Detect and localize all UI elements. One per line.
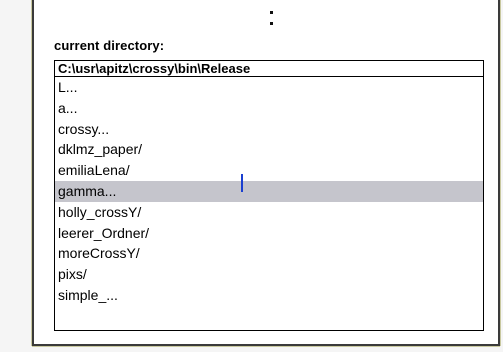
list-item[interactable]: crossy...: [55, 119, 483, 140]
list-item[interactable]: dklmz_paper/: [55, 139, 483, 160]
list-item[interactable]: holly_crossY/: [55, 202, 483, 223]
list-item[interactable]: L...: [55, 77, 483, 98]
directory-listbox[interactable]: L... a... crossy... dklmz_paper/ emiliaL…: [54, 77, 484, 331]
list-item[interactable]: emiliaLena/: [55, 160, 483, 181]
list-item-selected[interactable]: gamma...: [55, 180, 483, 202]
current-directory-label: current directory:: [54, 38, 165, 53]
text-cursor-caret: [241, 174, 243, 192]
current-directory-path-field[interactable]: C:\usr\apitz\crossy\bin\Release: [54, 60, 484, 77]
list-item[interactable]: simple_...: [55, 285, 483, 306]
directory-chooser-dialog: current directory: C:\usr\apitz\crossy\b…: [32, 0, 500, 346]
list-item[interactable]: moreCrossY/: [55, 243, 483, 264]
list-item[interactable]: a...: [55, 98, 483, 119]
list-item[interactable]: leerer_Ordner/: [55, 223, 483, 244]
list-item[interactable]: pixs/: [55, 264, 483, 285]
drag-handle-icon[interactable]: [270, 8, 273, 28]
